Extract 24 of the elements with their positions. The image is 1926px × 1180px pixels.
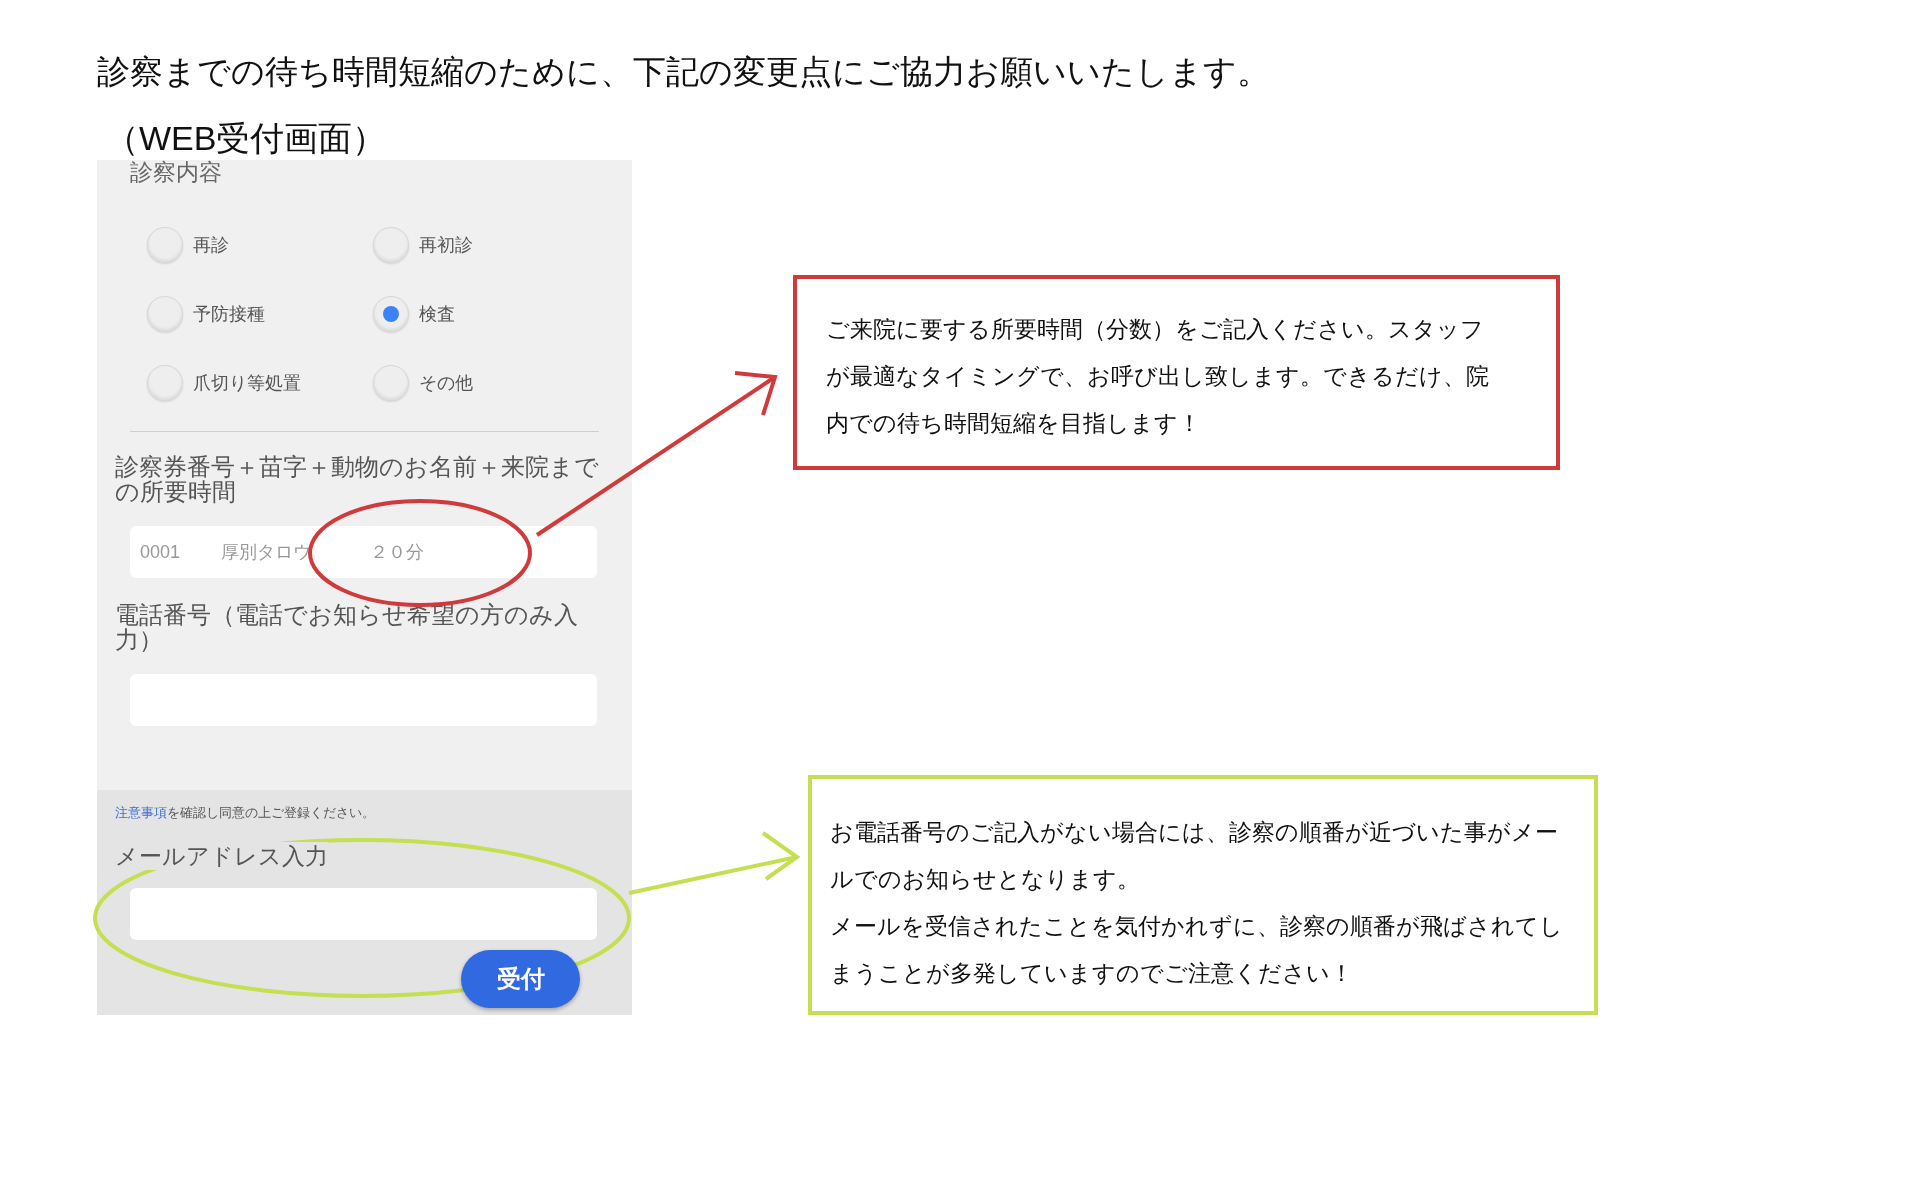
- field-label: 診察券番号＋苗字＋動物のお名前＋来院までの所要時間: [115, 454, 600, 504]
- radio-button[interactable]: [147, 296, 183, 332]
- submit-button[interactable]: 受付: [461, 950, 580, 1008]
- section-title: 診察内容: [130, 160, 223, 184]
- option-label: 検査: [419, 302, 455, 326]
- option-label: 予防接種: [193, 302, 265, 326]
- radio-button[interactable]: [147, 365, 183, 401]
- option-label: 再診: [193, 233, 229, 257]
- email-input[interactable]: [130, 888, 597, 940]
- radio-button[interactable]: [373, 296, 409, 332]
- callout-text: メールを受信されたことを気付かれずに、診察の順番が飛ばされてしまうことが多発していますのでご注意ください！: [830, 912, 1564, 988]
- callout-text: お電話番号のご記入がない場合には、診察の順番が近づいた事がメールでのお知らせとなります。: [830, 818, 1559, 894]
- radio-button[interactable]: [373, 227, 409, 263]
- option-label: 再初診: [419, 233, 473, 257]
- consent-notice: 注意事項を確認し同意の上ご登録ください。: [115, 804, 376, 822]
- callout-text: ご来院に要する所要時間（分数）をご記入ください。スタッフが最適なタイミングで、お呼び出し致します。できるだけ、院内での待ち時間短縮を目指します！: [826, 315, 1490, 438]
- section-caption: （WEB受付画面）: [105, 118, 388, 159]
- radio-button[interactable]: [147, 227, 183, 263]
- option-label: その他: [419, 371, 473, 395]
- notice-link[interactable]: 注意事項: [115, 805, 167, 820]
- field-label: メールアドレス入力: [115, 842, 328, 870]
- option-label: 爪切り等処置: [193, 371, 301, 395]
- radio-button[interactable]: [373, 365, 409, 401]
- page-heading: 診察までの待ち時間短縮のために、下記の変更点にご協力お願いいたします。: [97, 52, 1271, 92]
